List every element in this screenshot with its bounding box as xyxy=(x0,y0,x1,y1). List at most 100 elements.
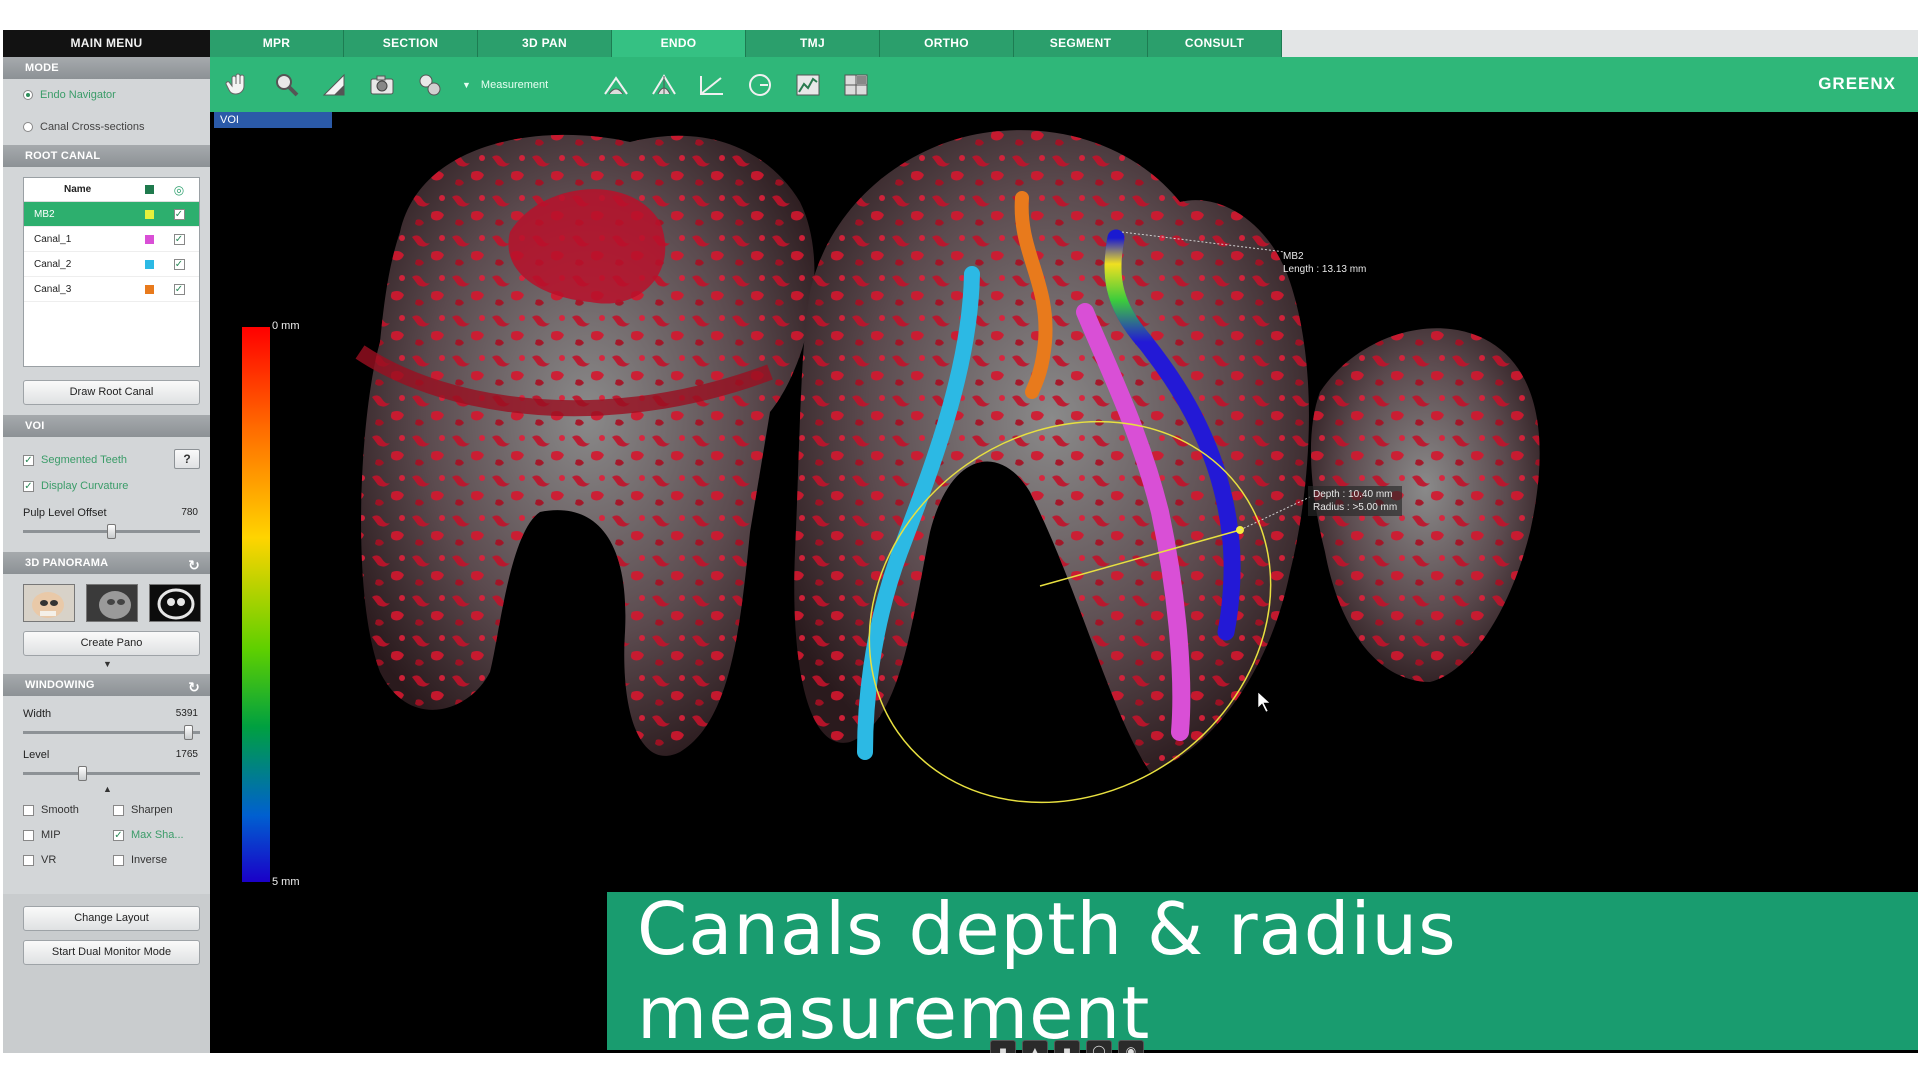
change-layout-button[interactable]: Change Layout xyxy=(23,906,200,931)
mode-canal-cross-sections-option[interactable]: Canal Cross-sections xyxy=(3,111,210,143)
level-slider[interactable] xyxy=(23,766,200,781)
mode-section: Endo Navigator Canal Cross-sections xyxy=(3,79,210,145)
mode-section-header[interactable]: MODE xyxy=(3,57,210,79)
voi-label: VOI xyxy=(214,112,332,128)
mip-checkbox-row[interactable]: MIP xyxy=(23,829,61,841)
panorama-section-header[interactable]: 3D PANORAMA ↻ xyxy=(3,552,210,574)
tab-3d-pan[interactable]: 3D PAN xyxy=(478,30,612,57)
sidebar: MAIN MENU MODE Endo Navigator Canal Cros… xyxy=(3,30,210,1053)
3d-render-viewport[interactable]: VOI 0 mm 5 mm MB2 Length : 13.13 mm Dept… xyxy=(210,112,1918,1053)
rotate-circle-icon xyxy=(749,73,772,96)
canal-visibility-checkbox[interactable]: ✓ xyxy=(173,258,185,270)
view-top-icon[interactable]: ■ xyxy=(1054,1040,1080,1053)
sharpen-checkbox[interactable] xyxy=(113,804,124,816)
max-shading-checkbox[interactable]: ✓ xyxy=(113,829,124,841)
layout-buttons-area: Change Layout Start Dual Monitor Mode xyxy=(3,894,210,984)
segmented-teeth-checkbox-row[interactable]: ✓ Segmented Teeth xyxy=(23,454,127,466)
display-curvature-checkbox[interactable]: ✓ xyxy=(23,480,34,492)
main-menu-button[interactable]: MAIN MENU xyxy=(3,30,210,57)
window-level-tool-button[interactable] xyxy=(314,65,354,105)
panorama-thumbnail-gray[interactable] xyxy=(86,584,138,622)
smooth-checkbox-row[interactable]: Smooth xyxy=(23,804,79,816)
angle-measure-tool-button[interactable] xyxy=(596,65,636,105)
zoom-tool-button[interactable] xyxy=(266,65,306,105)
canal-color-swatch[interactable] xyxy=(144,209,154,219)
canal-visibility-checkbox[interactable]: ✓ xyxy=(173,233,185,245)
sharpen-checkbox-row[interactable]: Sharpen xyxy=(113,804,173,816)
camera-icon xyxy=(370,75,394,94)
level-slider-thumb[interactable] xyxy=(78,766,87,781)
canal-color-swatch[interactable] xyxy=(144,284,154,294)
tab-tmj[interactable]: TMJ xyxy=(746,30,880,57)
display-curvature-checkbox-row[interactable]: ✓ Display Curvature xyxy=(23,480,128,492)
root-canal-row-canal-1[interactable]: Canal_1 ✓ xyxy=(24,227,199,252)
width-slider[interactable] xyxy=(23,725,200,740)
pulp-level-offset-slider[interactable] xyxy=(23,524,200,539)
skull-gray-icon xyxy=(87,585,137,621)
inverse-checkbox[interactable] xyxy=(113,854,124,866)
vr-checkbox-row[interactable]: VR xyxy=(23,854,56,866)
column-name-header: Name xyxy=(64,184,92,195)
root-canal-row-canal-3[interactable]: Canal_3 ✓ xyxy=(24,277,199,302)
mip-checkbox[interactable] xyxy=(23,829,34,841)
panorama-thumbnail-xray[interactable] xyxy=(149,584,201,622)
view-rotate-icon[interactable]: ◯ xyxy=(1086,1040,1112,1053)
width-slider-thumb[interactable] xyxy=(184,725,193,740)
reset-view-tool-button[interactable] xyxy=(410,65,450,105)
pan-tool-button[interactable] xyxy=(218,65,258,105)
view-side-icon[interactable]: ▲ xyxy=(1022,1040,1048,1053)
color-column-icon xyxy=(144,185,154,194)
tab-mpr[interactable]: MPR xyxy=(210,30,344,57)
depth-colorbar xyxy=(242,327,270,882)
dual-monitor-button[interactable]: Start Dual Monitor Mode xyxy=(23,940,200,965)
root-canal-row-canal-2[interactable]: Canal_2 ✓ xyxy=(24,252,199,277)
collapse-arrow-icon[interactable]: ▼ xyxy=(103,659,112,669)
histogram-tool-button[interactable] xyxy=(788,65,828,105)
level-value: 1765 xyxy=(175,749,198,760)
vr-label: VR xyxy=(41,854,57,866)
colorbar-bottom-label: 5 mm xyxy=(272,876,300,888)
layout-grid-tool-button[interactable] xyxy=(836,65,876,105)
draw-root-canal-button[interactable]: Draw Root Canal xyxy=(23,380,200,405)
root-canal-section-header[interactable]: ROOT CANAL xyxy=(3,145,210,167)
segmented-teeth-label: Segmented Teeth xyxy=(41,454,128,466)
radio-unselected-icon[interactable] xyxy=(23,122,33,132)
tab-section[interactable]: SECTION xyxy=(344,30,478,57)
annotation-canal-name: MB2 xyxy=(1283,251,1304,262)
toolbar: ▼ Measurement GREENX xyxy=(210,57,1918,112)
tab-consult[interactable]: CONSULT xyxy=(1148,30,1282,57)
curvature-measure-tool-button[interactable] xyxy=(644,65,684,105)
tab-ortho[interactable]: ORTHO xyxy=(880,30,1014,57)
windowing-section-header[interactable]: WINDOWING ↻ xyxy=(3,674,210,696)
app-window: MAIN MENU MODE Endo Navigator Canal Cros… xyxy=(3,30,1918,1053)
smooth-checkbox[interactable] xyxy=(23,804,34,816)
root-canal-row-mb2[interactable]: MB2 ✓ xyxy=(24,202,199,227)
canal-visibility-checkbox[interactable]: ✓ xyxy=(173,208,185,220)
view-reset-icon[interactable]: ◉ xyxy=(1118,1040,1144,1053)
pulp-level-offset-slider-thumb[interactable] xyxy=(107,524,116,539)
tab-endo[interactable]: ENDO xyxy=(612,30,746,57)
segmented-teeth-checkbox[interactable]: ✓ xyxy=(23,454,34,466)
module-tabs: MPR SECTION 3D PAN ENDO TMJ ORTHO SEGMEN… xyxy=(210,30,1918,57)
radio-selected-icon[interactable] xyxy=(23,90,33,100)
voi-section-header[interactable]: VOI xyxy=(3,415,210,437)
canal-color-swatch[interactable] xyxy=(144,234,154,244)
canal-color-swatch[interactable] xyxy=(144,259,154,269)
refresh-icon[interactable]: ↻ xyxy=(188,676,200,698)
angle-tool-button[interactable] xyxy=(692,65,732,105)
panorama-thumbnail-color[interactable] xyxy=(23,584,75,622)
refresh-icon[interactable]: ↻ xyxy=(188,554,200,576)
tab-segment[interactable]: SEGMENT xyxy=(1014,30,1148,57)
rotate-tool-button[interactable] xyxy=(740,65,780,105)
view-front-icon[interactable]: ■ xyxy=(990,1040,1016,1053)
create-pano-button[interactable]: Create Pano xyxy=(23,631,200,656)
measurement-dropdown[interactable]: ▼ Measurement xyxy=(462,79,548,91)
max-shading-checkbox-row[interactable]: ✓ Max Sha... xyxy=(113,829,184,841)
vr-checkbox[interactable] xyxy=(23,854,34,866)
mode-endo-navigator-option[interactable]: Endo Navigator xyxy=(3,79,210,111)
help-button[interactable]: ? xyxy=(174,449,200,469)
capture-tool-button[interactable] xyxy=(362,65,402,105)
canal-visibility-checkbox[interactable]: ✓ xyxy=(173,283,185,295)
expand-arrow-icon[interactable]: ▲ xyxy=(103,784,112,794)
inverse-checkbox-row[interactable]: Inverse xyxy=(113,854,167,866)
